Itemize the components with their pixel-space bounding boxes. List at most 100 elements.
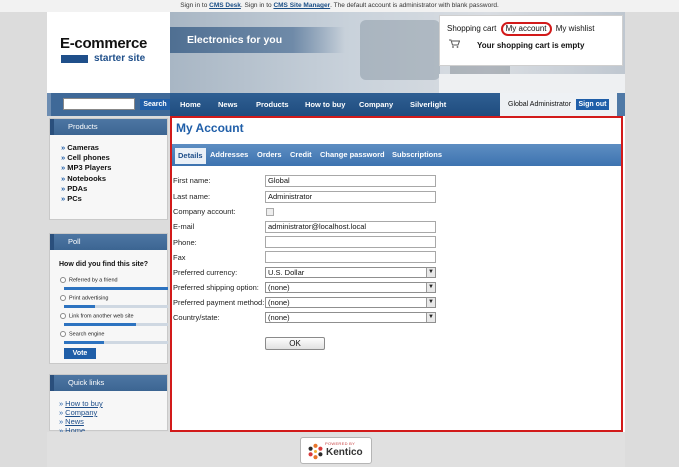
tab-credit[interactable]: Credit bbox=[290, 144, 312, 166]
product-link-cameras[interactable]: Cameras bbox=[61, 143, 111, 153]
cms-desk-link[interactable]: CMS Desk bbox=[209, 2, 241, 9]
my-account-link[interactable]: My account bbox=[500, 22, 552, 36]
powered-by-text: POWERED BY bbox=[325, 441, 356, 446]
company-account-checkbox[interactable] bbox=[266, 208, 274, 216]
menu-item-how-to-buy[interactable]: How to buy bbox=[305, 93, 345, 116]
fax-field[interactable] bbox=[265, 251, 436, 263]
poll-option[interactable]: Print advertising bbox=[60, 295, 108, 301]
country-select[interactable]: (none) ▼ bbox=[265, 312, 436, 323]
logo-line1: E-commerce bbox=[60, 35, 148, 52]
products-box: Products Cameras Cell phones MP3 Players… bbox=[49, 118, 168, 220]
quick-link[interactable]: » How to buy bbox=[59, 399, 103, 408]
search-button[interactable]: Search bbox=[140, 99, 170, 110]
poll-option[interactable]: Link from another web site bbox=[60, 313, 134, 319]
radio-button[interactable] bbox=[60, 277, 66, 283]
payment-select[interactable]: (none) ▼ bbox=[265, 297, 436, 308]
sign-out-button[interactable]: Sign out bbox=[576, 99, 609, 110]
tab-orders[interactable]: Orders bbox=[257, 144, 282, 166]
bullet-icon: » bbox=[59, 417, 64, 426]
chevron-down-icon[interactable]: ▼ bbox=[426, 283, 435, 292]
radio-button[interactable] bbox=[60, 331, 66, 337]
product-link-mp3-players[interactable]: MP3 Players bbox=[61, 163, 111, 173]
fax-label: Fax bbox=[173, 253, 186, 262]
payment-value: (none) bbox=[268, 298, 290, 307]
poll-result-fill bbox=[64, 287, 168, 290]
my-wishlist-link[interactable]: My wishlist bbox=[556, 24, 595, 33]
currency-select[interactable]: U.S. Dollar ▼ bbox=[265, 267, 436, 278]
product-link-cell-phones[interactable]: Cell phones bbox=[61, 153, 111, 163]
quick-links-box: Quick links » How to buy » Company » News »… bbox=[49, 374, 168, 435]
products-list: Cameras Cell phones MP3 Players Notebook… bbox=[61, 143, 111, 204]
menu-item-home[interactable]: Home bbox=[180, 93, 201, 116]
banner-graphic bbox=[360, 20, 440, 80]
currency-label: Preferred currency: bbox=[173, 268, 238, 277]
tab-details[interactable]: Details bbox=[175, 148, 206, 164]
poll-option-label: Link from another web site bbox=[69, 313, 134, 320]
menu-item-company[interactable]: Company bbox=[359, 93, 393, 116]
page-container: E-commerce starter site Electronics for … bbox=[47, 12, 625, 435]
first-name-field[interactable]: Global bbox=[265, 175, 436, 187]
radio-button[interactable] bbox=[60, 313, 66, 319]
ok-button[interactable]: OK bbox=[265, 337, 325, 350]
product-link-pdas[interactable]: PDAs bbox=[61, 184, 111, 194]
bullet-icon: » bbox=[59, 399, 64, 408]
cms-site-manager-link[interactable]: CMS Site Manager bbox=[273, 2, 330, 9]
country-label: Country/state: bbox=[173, 313, 220, 322]
poll-option[interactable]: Referred by a friend bbox=[60, 277, 118, 283]
kentico-logo[interactable]: POWERED BY Kentico bbox=[300, 437, 372, 464]
menu-item-news[interactable]: News bbox=[218, 93, 238, 116]
chevron-down-icon[interactable]: ▼ bbox=[426, 313, 435, 322]
chevron-down-icon[interactable]: ▼ bbox=[426, 298, 435, 307]
shipping-select[interactable]: (none) ▼ bbox=[265, 282, 436, 293]
shipping-value: (none) bbox=[268, 283, 290, 292]
menu-item-products[interactable]: Products bbox=[256, 93, 289, 116]
radio-button[interactable] bbox=[60, 295, 66, 301]
vote-button[interactable]: Vote bbox=[64, 348, 96, 359]
quick-link[interactable]: » News bbox=[59, 417, 103, 426]
phone-field[interactable] bbox=[265, 236, 436, 248]
shopping-cart-link[interactable]: Shopping cart bbox=[447, 24, 496, 33]
topbar-text-2: . Sign in to bbox=[240, 2, 274, 9]
search-input[interactable] bbox=[63, 98, 135, 110]
search-box: Search bbox=[47, 93, 170, 116]
sidebar: Products Cameras Cell phones MP3 Players… bbox=[47, 116, 170, 435]
kentico-flower-icon bbox=[308, 443, 323, 460]
currency-value: U.S. Dollar bbox=[268, 268, 305, 277]
last-name-field[interactable]: Administrator bbox=[265, 191, 436, 203]
country-value: (none) bbox=[268, 313, 290, 322]
products-body: Cameras Cell phones MP3 Players Notebook… bbox=[50, 135, 167, 219]
email-label: E-mail bbox=[173, 222, 195, 231]
poll-question: How did you find this site? bbox=[59, 261, 149, 268]
my-account-panel: My Account Details Addresses Orders Cred… bbox=[170, 116, 623, 432]
main-menu: Home News Products How to buy Company Si… bbox=[170, 93, 500, 116]
quick-links-list: » How to buy » Company » News » Home bbox=[59, 399, 103, 435]
poll-result-fill bbox=[64, 341, 104, 344]
cart-box: Shopping cart My account My wishlist You… bbox=[439, 15, 623, 66]
account-tabs: Details Addresses Orders Credit Change p… bbox=[172, 144, 621, 166]
footer: POWERED BY Kentico bbox=[47, 432, 625, 467]
poll-body: How did you find this site? Referred by … bbox=[50, 250, 168, 363]
logo-line2: starter site bbox=[94, 53, 146, 64]
last-name-label: Last name: bbox=[173, 192, 211, 201]
email-field[interactable]: administrator@localhost.local bbox=[265, 221, 436, 233]
tab-subscriptions[interactable]: Subscriptions bbox=[392, 144, 442, 166]
poll-result-bar bbox=[64, 287, 168, 290]
quick-link[interactable]: » Company bbox=[59, 408, 103, 417]
tab-addresses[interactable]: Addresses bbox=[210, 144, 248, 166]
chevron-down-icon[interactable]: ▼ bbox=[426, 268, 435, 277]
payment-label: Preferred payment method: bbox=[173, 298, 265, 307]
tab-change-password[interactable]: Change password bbox=[320, 144, 385, 166]
product-link-pcs[interactable]: PCs bbox=[61, 194, 111, 204]
poll-box: Poll How did you find this site? Referre… bbox=[49, 233, 168, 364]
poll-title: Poll bbox=[50, 234, 167, 250]
phone-label: Phone: bbox=[173, 238, 197, 247]
bullet-icon: » bbox=[59, 408, 64, 417]
site-logo[interactable]: E-commerce starter site bbox=[47, 12, 170, 93]
poll-option-label: Search engine bbox=[69, 331, 105, 338]
product-link-notebooks[interactable]: Notebooks bbox=[61, 174, 111, 184]
poll-result-fill bbox=[64, 305, 96, 308]
poll-option[interactable]: Search engine bbox=[60, 331, 104, 337]
poll-result-fill bbox=[64, 323, 136, 326]
menu-item-silverlight[interactable]: Silverlight bbox=[410, 93, 446, 116]
topbar-text-1: Sign in to bbox=[180, 2, 210, 9]
